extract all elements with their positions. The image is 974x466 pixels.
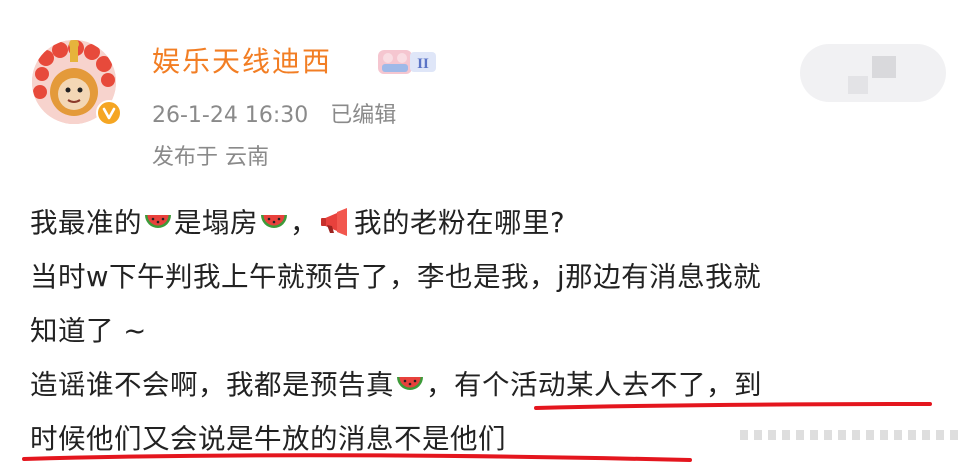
watermelon-icon: [143, 201, 173, 255]
timestamp: 26-1-24 16:30: [152, 103, 309, 128]
watermark-dots: [740, 430, 958, 440]
follow-button[interactable]: [800, 44, 946, 102]
author-name[interactable]: 娱乐天线迪西: [152, 44, 332, 80]
post-line-4: 造谣谁不会啊，我都是预告真 ，有个活动某人去不了，到: [30, 358, 950, 412]
watermelon-icon: [395, 363, 425, 417]
post-meta: 26-1-24 16:30 已编辑: [152, 100, 396, 132]
post-line-2: 当时w下午判我上午就预告了，李也是我，j那边有消息我就: [30, 261, 762, 293]
location: 发布于 云南: [152, 145, 269, 170]
verified-v-icon: [96, 100, 122, 126]
watermelon-icon: [259, 201, 289, 255]
edited-label: 已编辑: [330, 103, 397, 128]
post-text: 我最准的: [30, 207, 142, 239]
post-text: 是塌房: [174, 207, 258, 239]
megaphone-icon: [319, 201, 353, 255]
blurred-content: [872, 56, 896, 78]
gemini-badge-icon: II: [376, 46, 440, 76]
post-text: 我的老粉在哪里?: [354, 207, 566, 239]
post-line-1: 我最准的 是塌房 ， 我的老粉在哪里?: [30, 196, 950, 250]
post-line-3: 知道了 ~: [30, 315, 147, 347]
post-text: 造谣谁不会啊，我都是预告真: [30, 369, 394, 401]
post-text: ，: [290, 207, 318, 239]
blurred-content: [848, 76, 868, 94]
svg-text:II: II: [417, 56, 429, 72]
post-text: ，有个活动某人去不了，到: [426, 369, 762, 401]
